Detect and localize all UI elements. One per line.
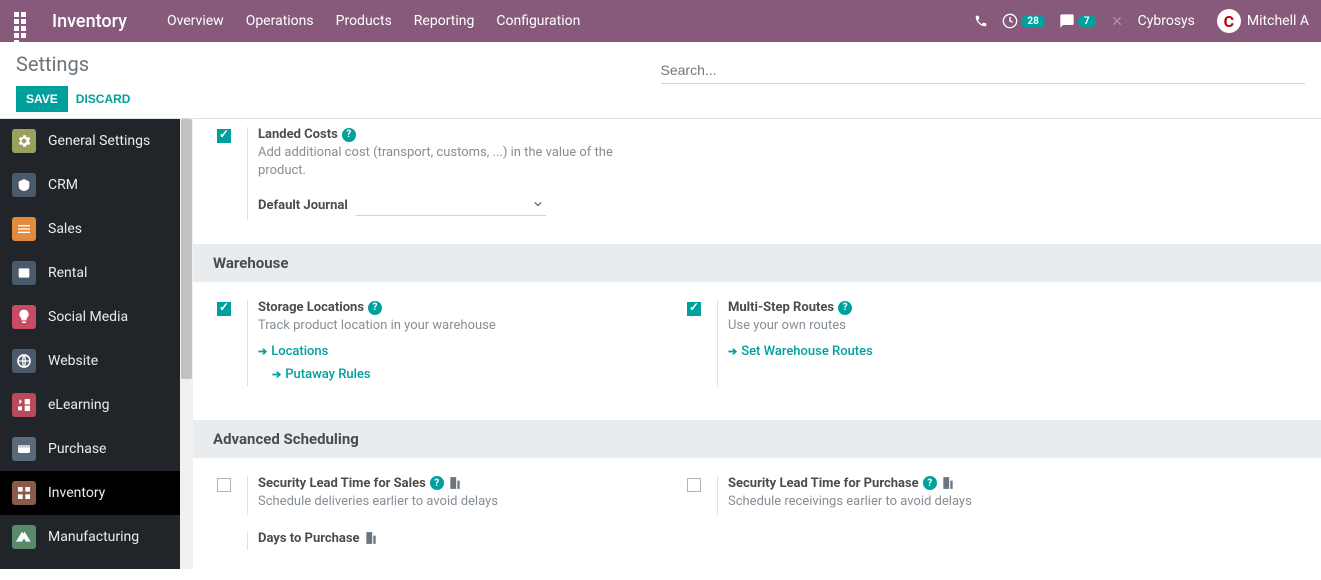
landed-costs-checkbox[interactable]: [217, 129, 231, 143]
security-lead-purchase-title: Security Lead Time for Purchase: [728, 476, 919, 491]
sidebar-item-label: General Settings: [48, 133, 150, 149]
nav-overview[interactable]: Overview: [167, 13, 224, 29]
sidebar-item-label: Website: [48, 353, 98, 369]
storage-locations-checkbox[interactable]: [217, 302, 231, 316]
sidebar-item-inventory[interactable]: Inventory: [0, 471, 180, 515]
security-lead-sales-desc: Schedule deliveries earlier to avoid del…: [258, 493, 618, 511]
sidebar-item-website[interactable]: Website: [0, 339, 180, 383]
module-icon: [12, 481, 36, 505]
nav-operations[interactable]: Operations: [246, 13, 314, 29]
control-panel: Settings SAVE DISCARD: [0, 42, 1321, 119]
multistep-routes-desc: Use your own routes: [728, 317, 1088, 335]
sidebar-item-rental[interactable]: Rental: [0, 251, 180, 295]
building-icon: [364, 531, 378, 545]
top-navbar: Inventory Overview Operations Products R…: [0, 0, 1321, 42]
activity-icon[interactable]: 28: [1002, 13, 1044, 29]
default-journal-label: Default Journal: [258, 198, 348, 213]
sidebar-item-label: eLearning: [48, 397, 109, 413]
set-warehouse-routes-link[interactable]: ➔Set Warehouse Routes: [728, 344, 873, 359]
sidebar-scrollbar[interactable]: [180, 119, 193, 569]
multistep-routes-title: Multi-Step Routes: [728, 300, 834, 315]
sidebar-item-elearning[interactable]: eLearning: [0, 383, 180, 427]
sidebar-item-general-settings[interactable]: General Settings: [0, 119, 180, 163]
help-icon[interactable]: ?: [342, 128, 356, 142]
module-icon: [12, 393, 36, 417]
search-input[interactable]: [661, 62, 1306, 78]
security-lead-purchase-desc: Schedule receivings earlier to avoid del…: [728, 493, 1088, 511]
sidebar-item-label: Manufacturing: [48, 529, 139, 545]
sidebar-item-label: Purchase: [48, 441, 106, 457]
building-icon: [941, 476, 955, 490]
module-icon: [12, 437, 36, 461]
arrow-right-icon: ➔: [272, 368, 281, 381]
locations-link[interactable]: ➔Locations: [258, 344, 328, 359]
app-title[interactable]: Inventory: [52, 11, 127, 32]
close-studio-icon[interactable]: [1110, 14, 1124, 28]
phone-icon[interactable]: [974, 14, 988, 28]
sidebar-item-label: CRM: [48, 177, 78, 193]
section-advanced-scheduling: Advanced Scheduling: [193, 420, 1321, 458]
putaway-rules-link[interactable]: ➔Putaway Rules: [272, 367, 371, 382]
building-icon: [448, 476, 462, 490]
sidebar-item-label: Inventory: [48, 485, 105, 501]
top-menu: Overview Operations Products Reporting C…: [167, 13, 974, 29]
activity-badge: 28: [1021, 15, 1044, 28]
sidebar-item-accounting[interactable]: Accounting: [0, 559, 180, 569]
sidebar-item-social-media[interactable]: Social Media: [0, 295, 180, 339]
help-icon[interactable]: ?: [368, 301, 382, 315]
module-icon: [12, 173, 36, 197]
security-lead-purchase-checkbox[interactable]: [687, 478, 701, 492]
chevron-down-icon: [534, 200, 542, 208]
sidebar-item-manufacturing[interactable]: Manufacturing: [0, 515, 180, 559]
sidebar-item-crm[interactable]: CRM: [0, 163, 180, 207]
user-menu[interactable]: C Mitchell A: [1209, 9, 1309, 33]
landed-costs-desc: Add additional cost (transport, customs,…: [258, 144, 618, 180]
systray: 28 7 Cybrosys C Mitchell A: [974, 9, 1309, 33]
user-name: Mitchell A: [1247, 13, 1309, 29]
nav-reporting[interactable]: Reporting: [414, 13, 475, 29]
landed-costs-title: Landed Costs: [258, 127, 338, 142]
storage-locations-desc: Track product location in your warehouse: [258, 317, 618, 335]
save-button[interactable]: SAVE: [16, 86, 68, 112]
search-box[interactable]: [661, 58, 1306, 84]
avatar: C: [1217, 9, 1241, 33]
help-icon[interactable]: ?: [923, 476, 937, 490]
arrow-right-icon: ➔: [728, 345, 737, 358]
discard-button[interactable]: DISCARD: [76, 92, 131, 106]
settings-form: Landed Costs ? Add additional cost (tran…: [193, 119, 1321, 569]
module-icon: [12, 525, 36, 549]
multistep-routes-checkbox[interactable]: [687, 302, 701, 316]
module-icon: [12, 261, 36, 285]
messaging-icon[interactable]: 7: [1059, 13, 1096, 29]
apps-menu-icon[interactable]: [12, 10, 34, 32]
sidebar-item-sales[interactable]: Sales: [0, 207, 180, 251]
nav-configuration[interactable]: Configuration: [496, 13, 580, 29]
help-icon[interactable]: ?: [430, 476, 444, 490]
messaging-badge: 7: [1078, 15, 1096, 28]
settings-sidebar: General Settings CRM Sales Rental Social Med…: [0, 119, 180, 569]
nav-products[interactable]: Products: [336, 13, 392, 29]
company-switcher[interactable]: Cybrosys: [1138, 13, 1195, 29]
section-warehouse: Warehouse: [193, 244, 1321, 282]
module-icon: [12, 129, 36, 153]
sidebar-item-label: Rental: [48, 265, 87, 281]
module-icon: [12, 349, 36, 373]
breadcrumb-title: Settings: [16, 52, 661, 76]
sidebar-item-label: Sales: [48, 221, 82, 237]
module-icon: [12, 305, 36, 329]
scrollbar-thumb[interactable]: [181, 119, 192, 379]
arrow-right-icon: ➔: [258, 345, 267, 358]
module-icon: [12, 217, 36, 241]
days-to-purchase-title: Days to Purchase: [258, 531, 360, 546]
security-lead-sales-title: Security Lead Time for Sales: [258, 476, 426, 491]
sidebar-item-label: Social Media: [48, 309, 128, 325]
storage-locations-title: Storage Locations: [258, 300, 364, 315]
default-journal-select[interactable]: [356, 194, 546, 216]
sidebar-item-purchase[interactable]: Purchase: [0, 427, 180, 471]
security-lead-sales-checkbox[interactable]: [217, 478, 231, 492]
help-icon[interactable]: ?: [838, 301, 852, 315]
